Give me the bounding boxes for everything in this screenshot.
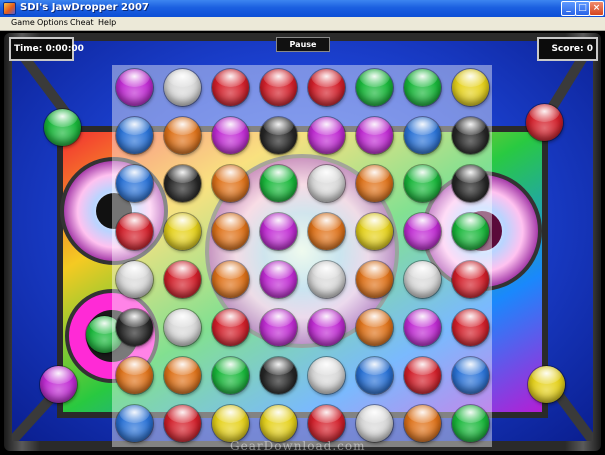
ball-purple[interactable] (116, 69, 153, 106)
ball-red[interactable] (452, 261, 489, 298)
ball-red[interactable] (116, 213, 153, 250)
ball-purple[interactable] (260, 213, 297, 250)
ball-white[interactable] (404, 261, 441, 298)
corner-ball-bottom-left (40, 366, 77, 403)
ball-red[interactable] (308, 69, 345, 106)
ball-red[interactable] (164, 261, 201, 298)
ball-purple[interactable] (260, 261, 297, 298)
menu-options[interactable]: Options (37, 18, 68, 27)
game-window: SDI's JawDropper 2007 _ □ × Game Options… (0, 0, 605, 455)
game-area: Time: 0:00:00 Pause Score: 0 GearDownloa… (0, 31, 605, 455)
ball-orange[interactable] (356, 165, 393, 202)
ball-black[interactable] (260, 117, 297, 154)
score-display: Score: 0 (537, 37, 598, 61)
app-icon (3, 2, 16, 15)
ball-green[interactable] (212, 357, 249, 394)
ball-green[interactable] (356, 69, 393, 106)
ball-purple[interactable] (404, 213, 441, 250)
ball-black[interactable] (116, 309, 153, 346)
ball-red[interactable] (308, 405, 345, 442)
ball-orange[interactable] (164, 357, 201, 394)
ball-orange[interactable] (356, 261, 393, 298)
ball-red[interactable] (212, 69, 249, 106)
title-bar[interactable]: SDI's JawDropper 2007 _ □ × (0, 0, 605, 17)
ball-purple[interactable] (308, 117, 345, 154)
ball-blue[interactable] (116, 117, 153, 154)
corner-ball-top-left (44, 109, 81, 146)
menu-help[interactable]: Help (98, 18, 116, 27)
ball-orange[interactable] (356, 309, 393, 346)
ball-red[interactable] (260, 69, 297, 106)
ball-orange[interactable] (308, 213, 345, 250)
ball-purple[interactable] (356, 117, 393, 154)
time-display: Time: 0:00:00 (9, 37, 84, 61)
corner-ball-top-right (526, 104, 563, 141)
ball-white[interactable] (308, 261, 345, 298)
ball-purple[interactable] (404, 309, 441, 346)
ball-yellow[interactable] (356, 213, 393, 250)
ball-black[interactable] (164, 165, 201, 202)
ball-green[interactable] (260, 165, 297, 202)
ball-green[interactable] (404, 69, 441, 106)
ball-orange[interactable] (404, 405, 441, 442)
menu-bar: Game Options Cheat Help (0, 17, 605, 31)
ball-green[interactable] (404, 165, 441, 202)
ball-purple[interactable] (260, 309, 297, 346)
menu-game[interactable]: Game (11, 18, 35, 27)
ball-white[interactable] (164, 309, 201, 346)
ball-white[interactable] (116, 261, 153, 298)
ball-red[interactable] (164, 405, 201, 442)
ball-black[interactable] (260, 357, 297, 394)
window-title: SDI's JawDropper 2007 (20, 2, 149, 13)
ball-red[interactable] (404, 357, 441, 394)
ball-blue[interactable] (452, 357, 489, 394)
ball-blue[interactable] (356, 357, 393, 394)
ball-orange[interactable] (116, 357, 153, 394)
ball-green[interactable] (452, 405, 489, 442)
ball-orange[interactable] (164, 117, 201, 154)
maximize-button[interactable]: □ (575, 1, 590, 16)
ball-black[interactable] (452, 117, 489, 154)
ball-white[interactable] (308, 165, 345, 202)
ball-purple[interactable] (308, 309, 345, 346)
ball-yellow[interactable] (260, 405, 297, 442)
ball-orange[interactable] (212, 165, 249, 202)
ball-yellow[interactable] (164, 213, 201, 250)
game-board (112, 65, 492, 447)
corner-ball-bottom-right (528, 366, 565, 403)
ball-purple[interactable] (212, 117, 249, 154)
ball-blue[interactable] (116, 165, 153, 202)
ball-orange[interactable] (212, 213, 249, 250)
ball-red[interactable] (452, 309, 489, 346)
ball-blue[interactable] (116, 405, 153, 442)
ball-orange[interactable] (212, 261, 249, 298)
ball-blue[interactable] (404, 117, 441, 154)
menu-cheat[interactable]: Cheat (70, 18, 94, 27)
ball-white[interactable] (356, 405, 393, 442)
close-button[interactable]: × (589, 1, 604, 16)
ball-black[interactable] (452, 165, 489, 202)
minimize-button[interactable]: _ (561, 1, 576, 16)
ball-green[interactable] (452, 213, 489, 250)
watermark-text: GearDownload.com (230, 439, 366, 453)
pause-button[interactable]: Pause (276, 37, 330, 52)
ball-white[interactable] (308, 357, 345, 394)
ball-yellow[interactable] (212, 405, 249, 442)
ball-red[interactable] (212, 309, 249, 346)
ball-white[interactable] (164, 69, 201, 106)
ball-yellow[interactable] (452, 69, 489, 106)
